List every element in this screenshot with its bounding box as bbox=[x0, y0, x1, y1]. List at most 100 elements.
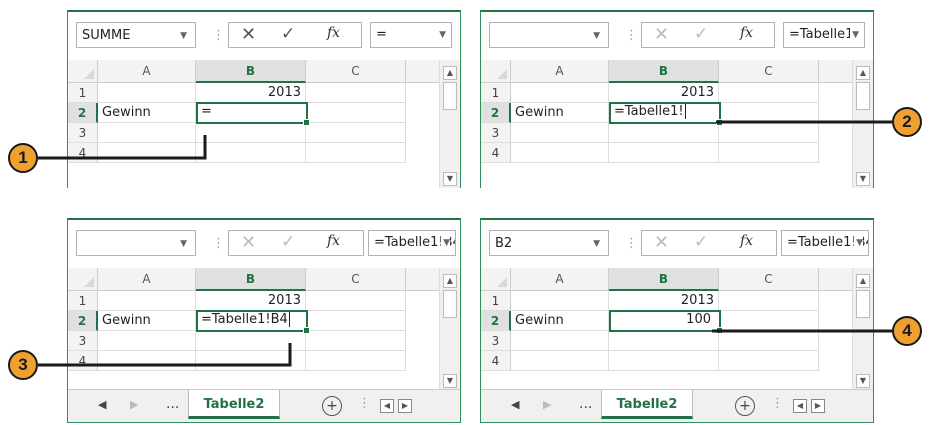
tab-tabelle2[interactable]: Tabelle2 bbox=[601, 390, 693, 419]
row-header-3[interactable]: 3 bbox=[68, 331, 98, 351]
scroll-thumb[interactable] bbox=[443, 82, 457, 110]
active-cell-b2[interactable]: =Tabelle1!B4 bbox=[196, 310, 310, 334]
split-handle-icon[interactable]: ⋮ bbox=[771, 396, 784, 411]
column-header-d[interactable] bbox=[819, 268, 853, 291]
tab-prev-icon[interactable]: ◀ bbox=[511, 398, 519, 411]
cell-a4[interactable] bbox=[511, 351, 609, 371]
row-header-2[interactable]: 2 bbox=[481, 311, 511, 331]
row-header-4[interactable]: 4 bbox=[68, 351, 98, 371]
cell-c4[interactable] bbox=[719, 143, 819, 163]
column-header-c[interactable]: C bbox=[306, 268, 406, 291]
column-header-a[interactable]: A bbox=[98, 268, 196, 291]
cell-a2[interactable]: Gewinn bbox=[98, 311, 196, 331]
checkmark-icon[interactable]: ✓ bbox=[694, 232, 708, 252]
cell-c1[interactable] bbox=[306, 291, 406, 311]
vertical-scrollbar[interactable]: ▲ ▼ bbox=[852, 60, 873, 188]
scroll-up-icon[interactable]: ▲ bbox=[856, 274, 870, 288]
drag-handle-icon[interactable]: ⋮ bbox=[625, 237, 638, 250]
cell-b1[interactable]: 2013 bbox=[196, 291, 306, 311]
cell-b3[interactable] bbox=[609, 331, 719, 351]
select-all-corner[interactable] bbox=[68, 60, 98, 83]
close-icon[interactable]: ✕ bbox=[241, 24, 256, 45]
cell-c4[interactable] bbox=[306, 351, 406, 371]
tab-ellipsis[interactable]: ... bbox=[579, 396, 592, 412]
scroll-thumb[interactable] bbox=[443, 290, 457, 318]
cell-a2[interactable]: Gewinn bbox=[511, 103, 609, 123]
formula-input[interactable]: =Tabelle1!B4 ▼ bbox=[781, 230, 869, 256]
column-header-b[interactable]: B bbox=[609, 268, 719, 291]
formula-input[interactable]: = ▼ bbox=[370, 22, 452, 48]
cell-a2[interactable]: Gewinn bbox=[98, 103, 196, 123]
cell-b4[interactable] bbox=[196, 351, 306, 371]
column-header-d[interactable] bbox=[406, 60, 440, 83]
cell-a3[interactable] bbox=[511, 123, 609, 143]
chevron-down-icon[interactable]: ▼ bbox=[180, 23, 187, 49]
cell-c2[interactable] bbox=[719, 311, 819, 331]
cell-a4[interactable] bbox=[511, 143, 609, 163]
add-sheet-icon[interactable]: + bbox=[735, 396, 755, 416]
fill-handle[interactable] bbox=[716, 327, 723, 334]
vertical-scrollbar[interactable]: ▲ ▼ bbox=[439, 268, 460, 390]
formula-input[interactable]: =Tabelle1!B4 ▼ bbox=[368, 230, 456, 256]
column-header-d[interactable] bbox=[406, 268, 440, 291]
column-header-c[interactable]: C bbox=[719, 268, 819, 291]
row-header-2[interactable]: 2 bbox=[68, 103, 98, 123]
drag-handle-icon[interactable]: ⋮ bbox=[212, 237, 225, 250]
cell-a3[interactable] bbox=[98, 331, 196, 351]
chevron-down-icon[interactable]: ▼ bbox=[854, 231, 863, 255]
column-header-a[interactable]: A bbox=[98, 60, 196, 83]
column-header-c[interactable]: C bbox=[306, 60, 406, 83]
active-cell-b2[interactable]: =Tabelle1! bbox=[609, 102, 723, 126]
row-header-4[interactable]: 4 bbox=[481, 351, 511, 371]
cell-b1[interactable]: 2013 bbox=[609, 291, 719, 311]
drag-handle-icon[interactable]: ⋮ bbox=[212, 29, 225, 42]
row-header-1[interactable]: 1 bbox=[68, 83, 98, 103]
cell-c1[interactable] bbox=[719, 291, 819, 311]
cell-b4[interactable] bbox=[609, 143, 719, 163]
tab-tabelle2[interactable]: Tabelle2 bbox=[188, 390, 280, 419]
chevron-down-icon[interactable]: ▼ bbox=[437, 23, 446, 47]
row-header-4[interactable]: 4 bbox=[481, 143, 511, 163]
column-header-c[interactable]: C bbox=[719, 60, 819, 83]
active-cell-b2[interactable]: 100 bbox=[609, 310, 723, 334]
column-header-a[interactable]: A bbox=[511, 268, 609, 291]
checkmark-icon[interactable]: ✓ bbox=[694, 24, 708, 44]
scroll-up-icon[interactable]: ▲ bbox=[443, 66, 457, 80]
scroll-thumb[interactable] bbox=[856, 82, 870, 110]
cell-b4[interactable] bbox=[196, 143, 306, 163]
scroll-down-icon[interactable]: ▼ bbox=[443, 172, 457, 186]
cell-c2[interactable] bbox=[306, 311, 406, 331]
scroll-left-icon[interactable]: ◀ bbox=[380, 399, 394, 413]
row-header-4[interactable]: 4 bbox=[68, 143, 98, 163]
scroll-right-icon[interactable]: ▶ bbox=[398, 399, 412, 413]
name-box[interactable]: ▼ bbox=[76, 230, 196, 256]
cell-a2[interactable]: Gewinn bbox=[511, 311, 609, 331]
fill-handle[interactable] bbox=[303, 119, 310, 126]
row-header-2[interactable]: 2 bbox=[481, 103, 511, 123]
tab-prev-icon[interactable]: ◀ bbox=[98, 398, 106, 411]
row-header-3[interactable]: 3 bbox=[481, 331, 511, 351]
column-header-b[interactable]: B bbox=[609, 60, 719, 83]
close-icon[interactable]: ✕ bbox=[654, 232, 669, 253]
scroll-left-icon[interactable]: ◀ bbox=[793, 399, 807, 413]
cell-c3[interactable] bbox=[719, 331, 819, 351]
cell-a1[interactable] bbox=[511, 83, 609, 103]
cell-c2[interactable] bbox=[719, 103, 819, 123]
chevron-down-icon[interactable]: ▼ bbox=[850, 23, 859, 47]
cell-c3[interactable] bbox=[306, 123, 406, 143]
column-header-a[interactable]: A bbox=[511, 60, 609, 83]
tab-next-icon[interactable]: ▶ bbox=[543, 398, 551, 411]
chevron-down-icon[interactable]: ▼ bbox=[593, 23, 600, 49]
scroll-down-icon[interactable]: ▼ bbox=[856, 172, 870, 186]
scroll-thumb[interactable] bbox=[856, 290, 870, 318]
fx-icon[interactable]: fx bbox=[327, 25, 340, 41]
name-box[interactable]: B2 ▼ bbox=[489, 230, 609, 256]
chevron-down-icon[interactable]: ▼ bbox=[180, 231, 187, 257]
row-header-1[interactable]: 1 bbox=[481, 83, 511, 103]
drag-handle-icon[interactable]: ⋮ bbox=[625, 29, 638, 42]
cell-a4[interactable] bbox=[98, 143, 196, 163]
cell-c1[interactable] bbox=[719, 83, 819, 103]
add-sheet-icon[interactable]: + bbox=[322, 396, 342, 416]
scroll-down-icon[interactable]: ▼ bbox=[856, 374, 870, 388]
cell-c2[interactable] bbox=[306, 103, 406, 123]
